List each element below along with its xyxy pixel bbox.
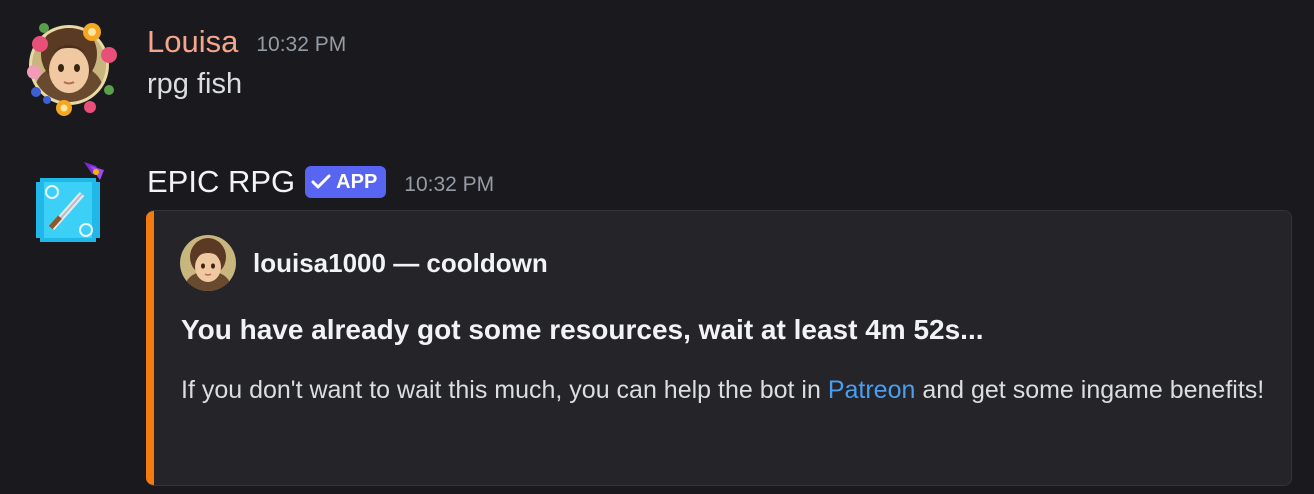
message-header: EPIC RPG APP 10:32 PM <box>147 162 494 202</box>
app-badge-label: APP <box>336 170 378 193</box>
embed-author-name: louisa1000 — cooldown <box>253 247 548 278</box>
message-header: Louisa 10:32 PM <box>147 22 346 62</box>
message-content: rpg fish <box>147 68 243 100</box>
username-louisa[interactable]: Louisa <box>147 24 238 60</box>
patreon-link[interactable]: Patreon <box>828 376 916 404</box>
embed-description-text: and get some ingame benefits! <box>915 376 1265 404</box>
timestamp[interactable]: 10:32 PM <box>404 173 494 197</box>
embed-description: If you don't want to wait this much, you… <box>181 371 1271 409</box>
embed: louisa1000 — cooldown You have already g… <box>146 210 1292 486</box>
embed-description-text: If you don't want to wait this much, you… <box>181 376 828 404</box>
sword-pixel-icon <box>36 162 104 242</box>
checkmark-icon <box>311 174 331 189</box>
app-badge: APP <box>305 166 387 198</box>
embed-author-avatar <box>180 235 236 291</box>
username-epic-rpg[interactable]: EPIC RPG <box>147 164 295 200</box>
embed-title: You have already got some resources, wai… <box>181 314 984 345</box>
message-louisa[interactable]: Louisa 10:32 PM rpg fish <box>0 0 1314 130</box>
bot-avatar-epic-rpg[interactable] <box>26 156 116 246</box>
chat-messages: Louisa 10:32 PM rpg fish EPIC RPG APP 10… <box>0 0 1314 494</box>
girl-avatar-icon <box>27 23 117 116</box>
embed-accent-bar <box>146 211 154 485</box>
user-avatar-louisa[interactable] <box>14 10 124 120</box>
message-epic-rpg[interactable]: EPIC RPG APP 10:32 PM louisa1000 — coold… <box>0 150 1314 494</box>
embed-author: louisa1000 — cooldown <box>180 235 548 291</box>
girl-avatar-icon <box>180 235 236 291</box>
timestamp[interactable]: 10:32 PM <box>256 33 346 57</box>
